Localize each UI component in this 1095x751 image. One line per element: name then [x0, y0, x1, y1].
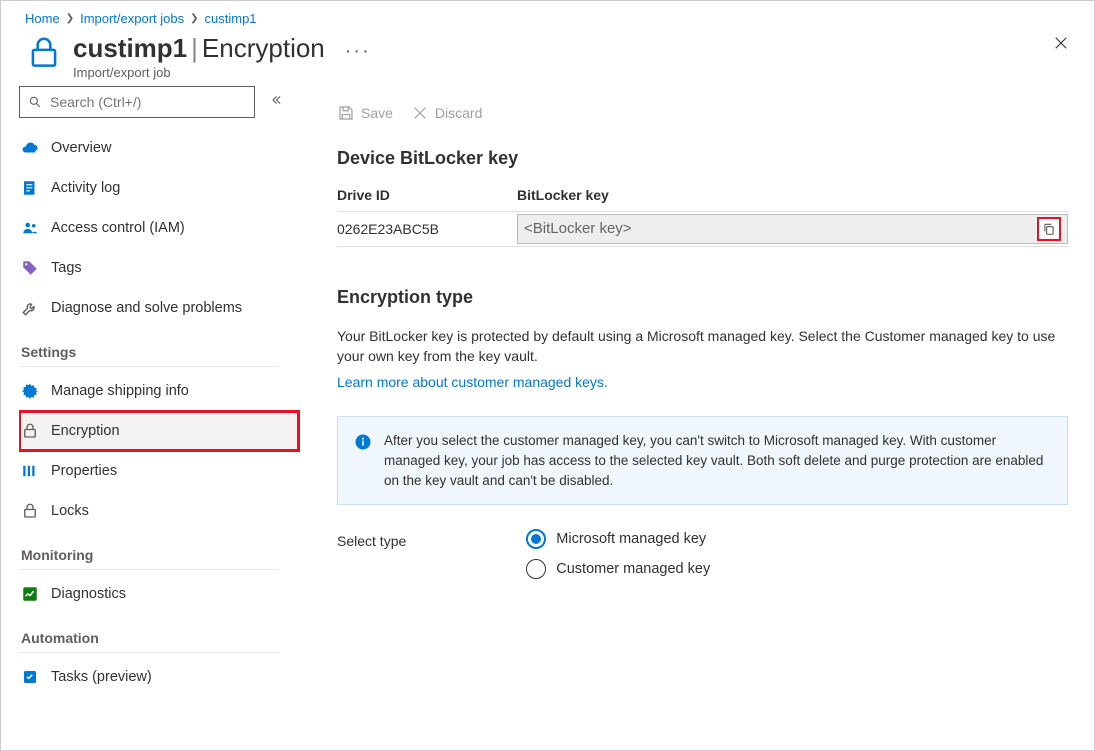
- sidebar-item-activity-log[interactable]: Activity log: [19, 168, 299, 208]
- props-icon: [21, 462, 39, 480]
- bitlocker-key-field[interactable]: <BitLocker key>: [517, 214, 1068, 244]
- log-icon: [21, 179, 39, 197]
- breadcrumb-current[interactable]: custimp1: [205, 11, 257, 26]
- close-button[interactable]: [1052, 34, 1070, 55]
- sidebar-item-label: Encryption: [51, 423, 120, 439]
- col-drive-id: Drive ID: [337, 187, 517, 203]
- content-pane: Save Discard Device BitLocker key Drive …: [301, 86, 1094, 735]
- sidebar-group-monitoring: Monitoring: [19, 531, 279, 570]
- sidebar-item-label: Diagnose and solve problems: [51, 300, 242, 316]
- encryption-type-title: Encryption type: [337, 287, 1068, 308]
- lock2-icon: [21, 502, 39, 520]
- sidebar-item-label: Locks: [51, 503, 89, 519]
- chart-icon: [21, 585, 39, 603]
- lock-icon: [25, 34, 63, 72]
- search-input[interactable]: [19, 86, 255, 118]
- sidebar-group-automation: Automation: [19, 614, 279, 653]
- radio-customer-managed[interactable]: Customer managed key: [526, 559, 710, 579]
- chevron-right-icon: ❯: [66, 13, 74, 24]
- sidebar: Overview Activity log Access control (IAM)…: [1, 86, 301, 735]
- sidebar-group-settings: Settings: [19, 328, 279, 367]
- sidebar-item-label: Tags: [51, 260, 82, 276]
- info-icon: [354, 433, 372, 451]
- encryption-desc: Your BitLocker key is protected by defau…: [337, 326, 1068, 367]
- more-button[interactable]: ···: [345, 40, 371, 63]
- tag-icon: [21, 259, 39, 277]
- copy-button[interactable]: [1037, 217, 1061, 241]
- bitlocker-section-title: Device BitLocker key: [337, 148, 1068, 169]
- sidebar-item-tags[interactable]: Tags: [19, 248, 299, 288]
- col-bitlocker-key: BitLocker key: [517, 187, 609, 203]
- cloud-icon: [21, 139, 39, 157]
- breadcrumb-importexport[interactable]: Import/export jobs: [80, 11, 184, 26]
- discard-icon: [411, 104, 429, 122]
- gear-icon: [21, 382, 39, 400]
- sidebar-item-label: Activity log: [51, 180, 120, 196]
- bitlocker-row: 0262E23ABC5B <BitLocker key>: [337, 211, 1068, 247]
- sidebar-item-label: Manage shipping info: [51, 383, 189, 399]
- drive-id-value: 0262E23ABC5B: [337, 221, 517, 237]
- sidebar-item-properties[interactable]: Properties: [19, 451, 299, 491]
- sidebar-item-diagnostics[interactable]: Diagnostics: [19, 574, 299, 614]
- info-banner: After you select the customer managed ke…: [337, 416, 1068, 505]
- tasks-icon: [21, 668, 39, 686]
- people-icon: [21, 219, 39, 237]
- resource-type: Import/export job: [73, 65, 325, 80]
- page-title: custimp1|Encryption: [73, 34, 325, 63]
- search-icon: [28, 95, 42, 109]
- sidebar-item-label: Tasks (preview): [51, 669, 152, 685]
- breadcrumb: Home ❯ Import/export jobs ❯ custimp1: [1, 1, 1094, 26]
- breadcrumb-home[interactable]: Home: [25, 11, 60, 26]
- sidebar-item-label: Diagnostics: [51, 586, 126, 602]
- discard-button[interactable]: Discard: [411, 104, 482, 122]
- wrench-icon: [21, 299, 39, 317]
- learn-more-link[interactable]: Learn more about customer managed keys.: [337, 374, 608, 390]
- toolbar: Save Discard: [337, 86, 1068, 144]
- sidebar-item-label: Properties: [51, 463, 117, 479]
- sidebar-item-diagnose-and-solve-problems[interactable]: Diagnose and solve problems: [19, 288, 299, 328]
- sidebar-item-overview[interactable]: Overview: [19, 128, 299, 168]
- chevron-right-icon: ❯: [190, 13, 198, 24]
- copy-icon: [1042, 222, 1056, 236]
- sidebar-item-access-control-iam-[interactable]: Access control (IAM): [19, 208, 299, 248]
- save-icon: [337, 104, 355, 122]
- sidebar-item-tasks-preview-[interactable]: Tasks (preview): [19, 657, 299, 697]
- collapse-sidebar-button[interactable]: [269, 93, 283, 110]
- lock-icon: [21, 422, 39, 440]
- save-button[interactable]: Save: [337, 104, 393, 122]
- sidebar-item-label: Overview: [51, 140, 111, 156]
- sidebar-item-manage-shipping-info[interactable]: Manage shipping info: [19, 371, 299, 411]
- sidebar-item-locks[interactable]: Locks: [19, 491, 299, 531]
- radio-microsoft-managed[interactable]: Microsoft managed key: [526, 529, 710, 549]
- sidebar-item-label: Access control (IAM): [51, 220, 185, 236]
- select-type-label: Select type: [337, 529, 406, 549]
- page-header: custimp1|Encryption Import/export job ··…: [1, 26, 1094, 86]
- sidebar-item-encryption[interactable]: Encryption: [19, 411, 299, 451]
